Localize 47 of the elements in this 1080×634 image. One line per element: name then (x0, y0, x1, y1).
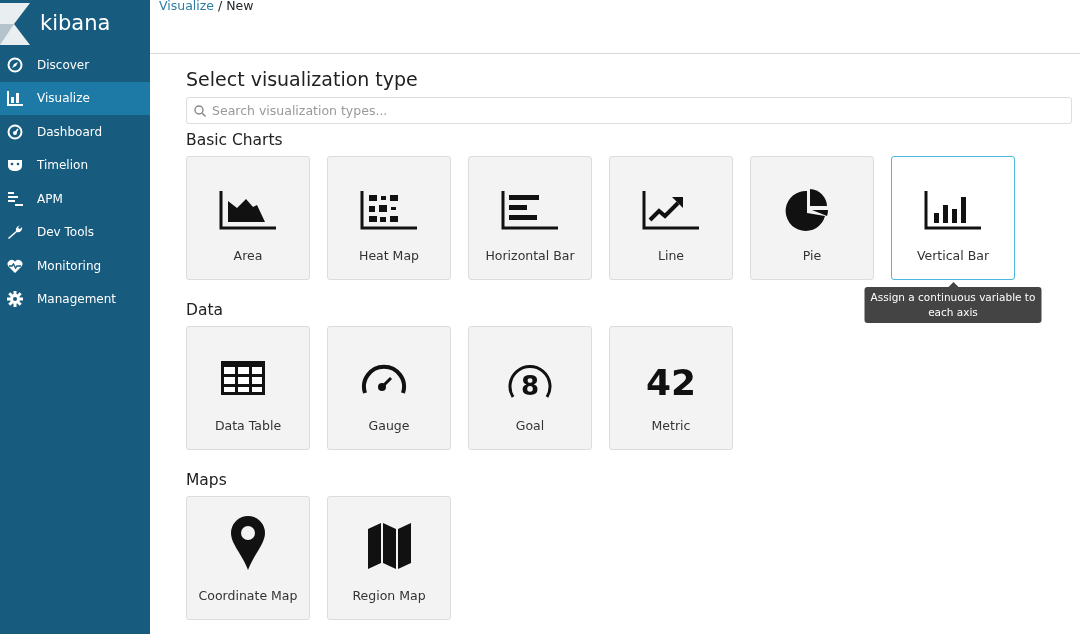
search-icon (194, 104, 206, 117)
heat-map-icon (359, 188, 419, 231)
section-heading: Basic Charts (186, 129, 283, 150)
heart-icon (7, 257, 23, 274)
bar-chart-icon (7, 90, 23, 107)
visualization-card[interactable]: Region Map (327, 495, 451, 620)
nav-item[interactable]: Monitoring (0, 249, 150, 283)
visualization-card[interactable]: Data Table (186, 325, 310, 450)
section-heading: Data (186, 299, 223, 320)
section-heading: Maps (186, 469, 227, 490)
visualization-card[interactable]: Coordinate Map (186, 495, 310, 620)
map-pin-icon (228, 513, 268, 571)
metric-icon: 42 (645, 364, 697, 401)
horizontal-bar-chart-icon (500, 188, 560, 231)
nav-item[interactable]: APM (0, 182, 150, 216)
folded-map-icon (365, 520, 413, 571)
nav-item[interactable]: Dashboard (0, 115, 150, 149)
nav-item[interactable]: Discover (0, 48, 150, 82)
vertical-bar-chart-icon (923, 188, 983, 231)
visualization-card[interactable]: 42 Metric (609, 325, 733, 450)
goal-icon: 8 (507, 358, 553, 401)
line-chart-icon (641, 188, 701, 231)
visualization-card[interactable]: Gauge (327, 325, 451, 450)
breadcrumb-text: New (226, 0, 254, 13)
nav-item[interactable]: Dev Tools (0, 215, 150, 249)
visualization-card[interactable]: Line (609, 155, 733, 280)
compass-icon (7, 56, 23, 73)
area-chart-icon (218, 188, 278, 231)
dial-icon (7, 123, 23, 140)
visualization-card[interactable]: Pie (750, 155, 874, 280)
visualization-card[interactable]: Area (186, 155, 310, 280)
visualization-card[interactable]: 8 Goal (468, 325, 592, 450)
visualization-card[interactable]: Horizontal Bar (468, 155, 592, 280)
nav-item[interactable]: Visualize (0, 81, 150, 115)
gear-icon (7, 291, 23, 308)
logo-icon (0, 3, 30, 45)
wrench-icon (7, 224, 23, 241)
nav-item[interactable]: Timelion (0, 148, 150, 182)
logo-text: kibana (40, 10, 111, 38)
breadcrumb-text: / (218, 0, 223, 13)
search-field[interactable]: Search visualization types... (186, 96, 1072, 124)
nav-item[interactable]: Management (0, 282, 150, 316)
lines-icon (7, 190, 23, 207)
page-title: Select visualization type (186, 68, 419, 91)
visualization-card[interactable]: Heat Map (327, 155, 451, 280)
breadcrumb-link[interactable]: Visualize (159, 0, 215, 13)
mask-icon (7, 157, 23, 174)
